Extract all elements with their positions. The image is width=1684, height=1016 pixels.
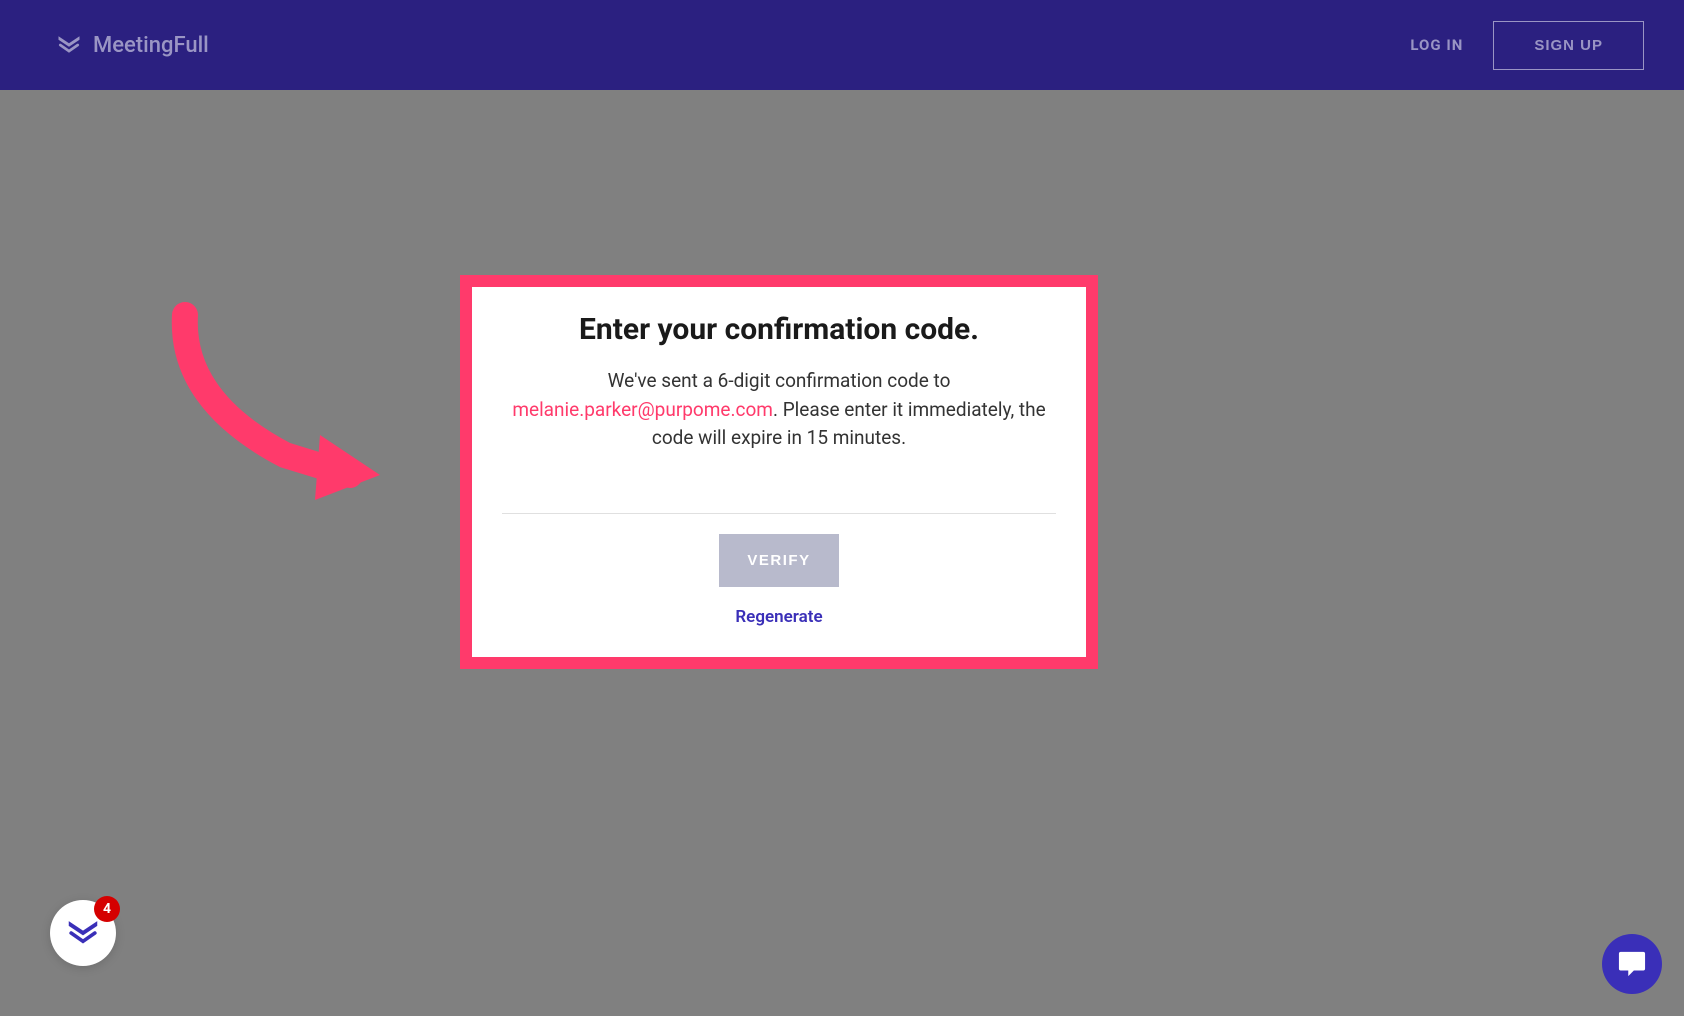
modal-title: Enter your confirmation code. [502, 312, 1056, 347]
login-link[interactable]: LOG IN [1410, 36, 1463, 54]
main-content: Enter your confirmation code. We've sent… [0, 90, 1684, 1016]
app-header: MeetingFull LOG IN SIGN UP [0, 0, 1684, 90]
description-prefix: We've sent a 6-digit confirmation code t… [608, 369, 951, 392]
chat-widget-button[interactable]: 4 [50, 900, 116, 966]
brand-logo[interactable]: MeetingFull [55, 31, 209, 59]
confirmation-email: melanie.parker@purpome.com [512, 398, 773, 421]
chat-notification-badge: 4 [94, 896, 120, 922]
brand-name: MeetingFull [93, 33, 209, 58]
signup-button[interactable]: SIGN UP [1493, 21, 1644, 70]
confirmation-code-modal: Enter your confirmation code. We've sent… [460, 275, 1098, 669]
meetingfull-chat-icon [64, 914, 102, 952]
header-actions: LOG IN SIGN UP [1410, 21, 1644, 70]
meetingfull-logo-icon [55, 31, 83, 59]
arrow-icon [155, 300, 405, 500]
regenerate-link[interactable]: Regenerate [502, 607, 1056, 627]
intercom-launcher[interactable] [1602, 934, 1662, 994]
intercom-icon [1617, 950, 1647, 978]
modal-divider [502, 513, 1056, 514]
verify-button[interactable]: VERIFY [719, 534, 838, 587]
modal-description: We've sent a 6-digit confirmation code t… [502, 367, 1056, 453]
tutorial-arrow [155, 300, 405, 504]
